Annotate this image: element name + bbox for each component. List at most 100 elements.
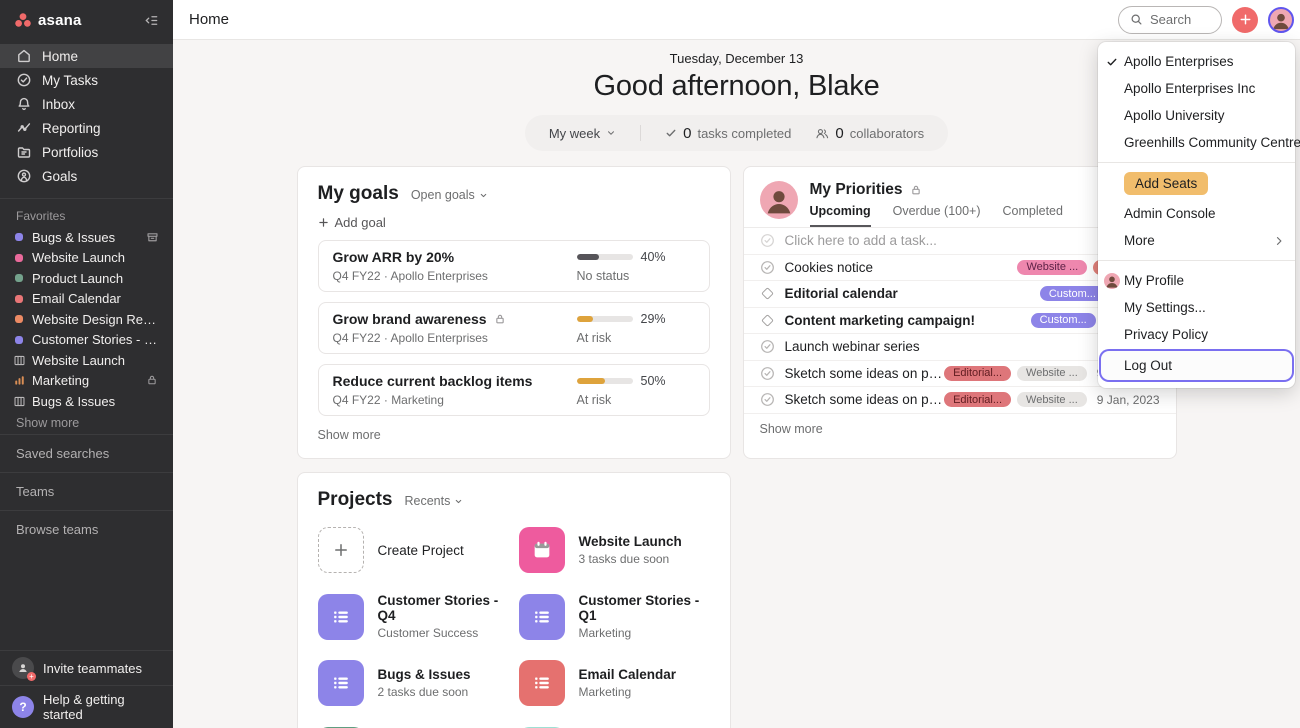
collaborators-icon [815, 127, 829, 140]
sidebar-item-portfolios[interactable]: Portfolios [0, 140, 173, 164]
plus-badge-icon: + [27, 672, 36, 681]
task-row-sketch-ideas-2[interactable]: Sketch some ideas on paper Editorial... … [744, 387, 1176, 414]
project-dot [15, 254, 23, 262]
lock-icon [146, 374, 159, 387]
sidebar-item-email-calendar[interactable]: Email Calendar [0, 289, 173, 310]
menu-item-apollo-university[interactable]: Apollo University [1098, 102, 1295, 129]
menu-item-apollo-enterprises[interactable]: Apollo Enterprises [1098, 48, 1295, 75]
project-dot [15, 336, 23, 344]
project-email-calendar[interactable]: Email Calendar Marketing [519, 660, 710, 706]
sidebar-item-website-design-requests[interactable]: Website Design Requ... [0, 309, 173, 330]
project-bugs-issues[interactable]: Bugs & Issues 2 tasks due soon [318, 660, 509, 706]
check-circle-icon[interactable] [760, 339, 775, 354]
goals-show-more[interactable]: Show more [318, 428, 710, 442]
milestone-icon[interactable] [761, 287, 774, 300]
sidebar-item-reporting[interactable]: Reporting [0, 116, 173, 140]
open-goals-dropdown[interactable]: Open goals [411, 188, 488, 202]
goal-reduce-backlog[interactable]: Reduce current backlog items Q4 FY22 · M… [318, 364, 710, 416]
milestone-icon[interactable] [761, 314, 774, 327]
project-tag[interactable]: Custom... [1040, 286, 1105, 301]
sidebar-item-website-launch[interactable]: Website Launch [0, 248, 173, 269]
project-tag[interactable]: Website ... [1017, 392, 1087, 407]
user-avatar [760, 181, 798, 219]
tab-overdue[interactable]: Overdue (100+) [893, 204, 981, 227]
menu-item-admin-console[interactable]: Admin Console [1098, 200, 1295, 227]
tab-upcoming[interactable]: Upcoming [810, 204, 871, 227]
sidebar-item-bugs-issues[interactable]: Bugs & Issues [0, 227, 173, 248]
collapse-sidebar-icon[interactable] [144, 13, 159, 28]
project-tag[interactable]: Editorial... [944, 366, 1011, 381]
goal-status: At risk [577, 393, 695, 407]
add-goal-button[interactable]: Add goal [318, 215, 710, 230]
menu-item-log-out[interactable]: Log Out [1101, 351, 1292, 380]
collaborators-stat: 0 collaborators [815, 125, 924, 142]
menu-item-add-seats[interactable]: Add Seats [1098, 169, 1295, 200]
project-tag[interactable]: Editorial... [944, 392, 1011, 407]
invite-teammates-button[interactable]: + Invite teammates [0, 650, 173, 685]
sidebar-divider [0, 198, 173, 199]
nav-label: Goals [42, 169, 77, 184]
my-goals-card: My goals Open goals Add goal Grow ARR by… [297, 166, 731, 459]
menu-item-apollo-enterprises-inc[interactable]: Apollo Enterprises Inc [1098, 75, 1295, 102]
greeting-date: Tuesday, December 13 [297, 51, 1177, 66]
sidebar: asana Home My Tasks Inbox Reporting Port… [0, 0, 173, 728]
check-circle-icon[interactable] [760, 366, 775, 381]
projects-title: Projects [318, 489, 393, 511]
my-priorities-title: My Priorities [810, 181, 903, 199]
sidebar-item-website-launch-board[interactable]: Website Launch [0, 350, 173, 371]
priorities-show-more[interactable]: Show more [744, 414, 1176, 444]
sidebar-item-bugs-issues-board[interactable]: Bugs & Issues [0, 391, 173, 412]
create-project-button[interactable]: Create Project [318, 527, 509, 573]
quick-add-button[interactable] [1232, 7, 1258, 33]
nav-label: Inbox [42, 97, 75, 112]
help-getting-started-button[interactable]: ? Help & getting started [0, 685, 173, 728]
menu-item-my-profile[interactable]: My Profile [1098, 267, 1295, 294]
project-website-launch[interactable]: Website Launch 3 tasks due soon [519, 527, 710, 573]
project-customer-stories-q1[interactable]: Customer Stories - Q1 Marketing [519, 593, 710, 640]
board-icon [13, 395, 26, 408]
sidebar-item-marketing[interactable]: Marketing [0, 371, 173, 392]
chevron-right-icon [1273, 235, 1285, 247]
sidebar-item-saved-searches[interactable]: Saved searches [0, 434, 173, 472]
check-circle-icon[interactable] [760, 392, 775, 407]
sidebar-item-my-tasks[interactable]: My Tasks [0, 68, 173, 92]
check-icon [1106, 56, 1118, 68]
goal-status: No status [577, 269, 695, 283]
sidebar-show-more[interactable]: Show more [0, 412, 173, 434]
my-week-dropdown[interactable]: My week [549, 126, 616, 141]
menu-item-privacy-policy[interactable]: Privacy Policy [1098, 321, 1295, 348]
recents-dropdown[interactable]: Recents [404, 494, 463, 508]
project-dot [15, 274, 23, 282]
search-input[interactable]: Search [1118, 6, 1222, 34]
goals-icon [16, 168, 32, 184]
sidebar-item-inbox[interactable]: Inbox [0, 92, 173, 116]
project-tag[interactable]: Website ... [1017, 366, 1087, 381]
tasks-completed-stat: 0 tasks completed [665, 125, 791, 142]
pill-divider [640, 125, 641, 141]
topbar: Home Search [173, 0, 1300, 40]
project-customer-stories-q4[interactable]: Customer Stories - Q4 Customer Success [318, 593, 509, 640]
goal-grow-arr[interactable]: Grow ARR by 20% Q4 FY22 · Apollo Enterpr… [318, 240, 710, 292]
sidebar-item-product-launch[interactable]: Product Launch [0, 268, 173, 289]
menu-item-more[interactable]: More [1098, 227, 1295, 254]
project-dot [15, 315, 23, 323]
check-circle-icon[interactable] [760, 260, 775, 275]
profile-avatar[interactable] [1268, 7, 1294, 33]
board-icon [13, 354, 26, 367]
menu-item-greenhills-community-centre[interactable]: Greenhills Community Centre [1098, 129, 1295, 156]
goal-grow-brand-awareness[interactable]: Grow brand awareness Q4 FY22 · Apollo En… [318, 302, 710, 354]
sidebar-item-customer-stories-q4[interactable]: Customer Stories - Q4 [0, 330, 173, 351]
project-dot [15, 295, 23, 303]
check-circle-icon [16, 72, 32, 88]
project-tag[interactable]: Website ... [1017, 260, 1087, 275]
project-tag[interactable]: Custom... [1031, 313, 1096, 328]
tab-completed[interactable]: Completed [1003, 204, 1063, 227]
sidebar-item-browse-teams[interactable]: Browse teams [0, 510, 173, 548]
menu-item-my-settings[interactable]: My Settings... [1098, 294, 1295, 321]
sidebar-item-goals[interactable]: Goals [0, 164, 173, 188]
greeting-title: Good afternoon, Blake [297, 70, 1177, 103]
sidebar-nav: Home My Tasks Inbox Reporting Portfolios… [0, 40, 173, 190]
sidebar-item-teams[interactable]: Teams [0, 472, 173, 510]
sidebar-item-home[interactable]: Home [0, 44, 173, 68]
list-icon [519, 594, 565, 640]
